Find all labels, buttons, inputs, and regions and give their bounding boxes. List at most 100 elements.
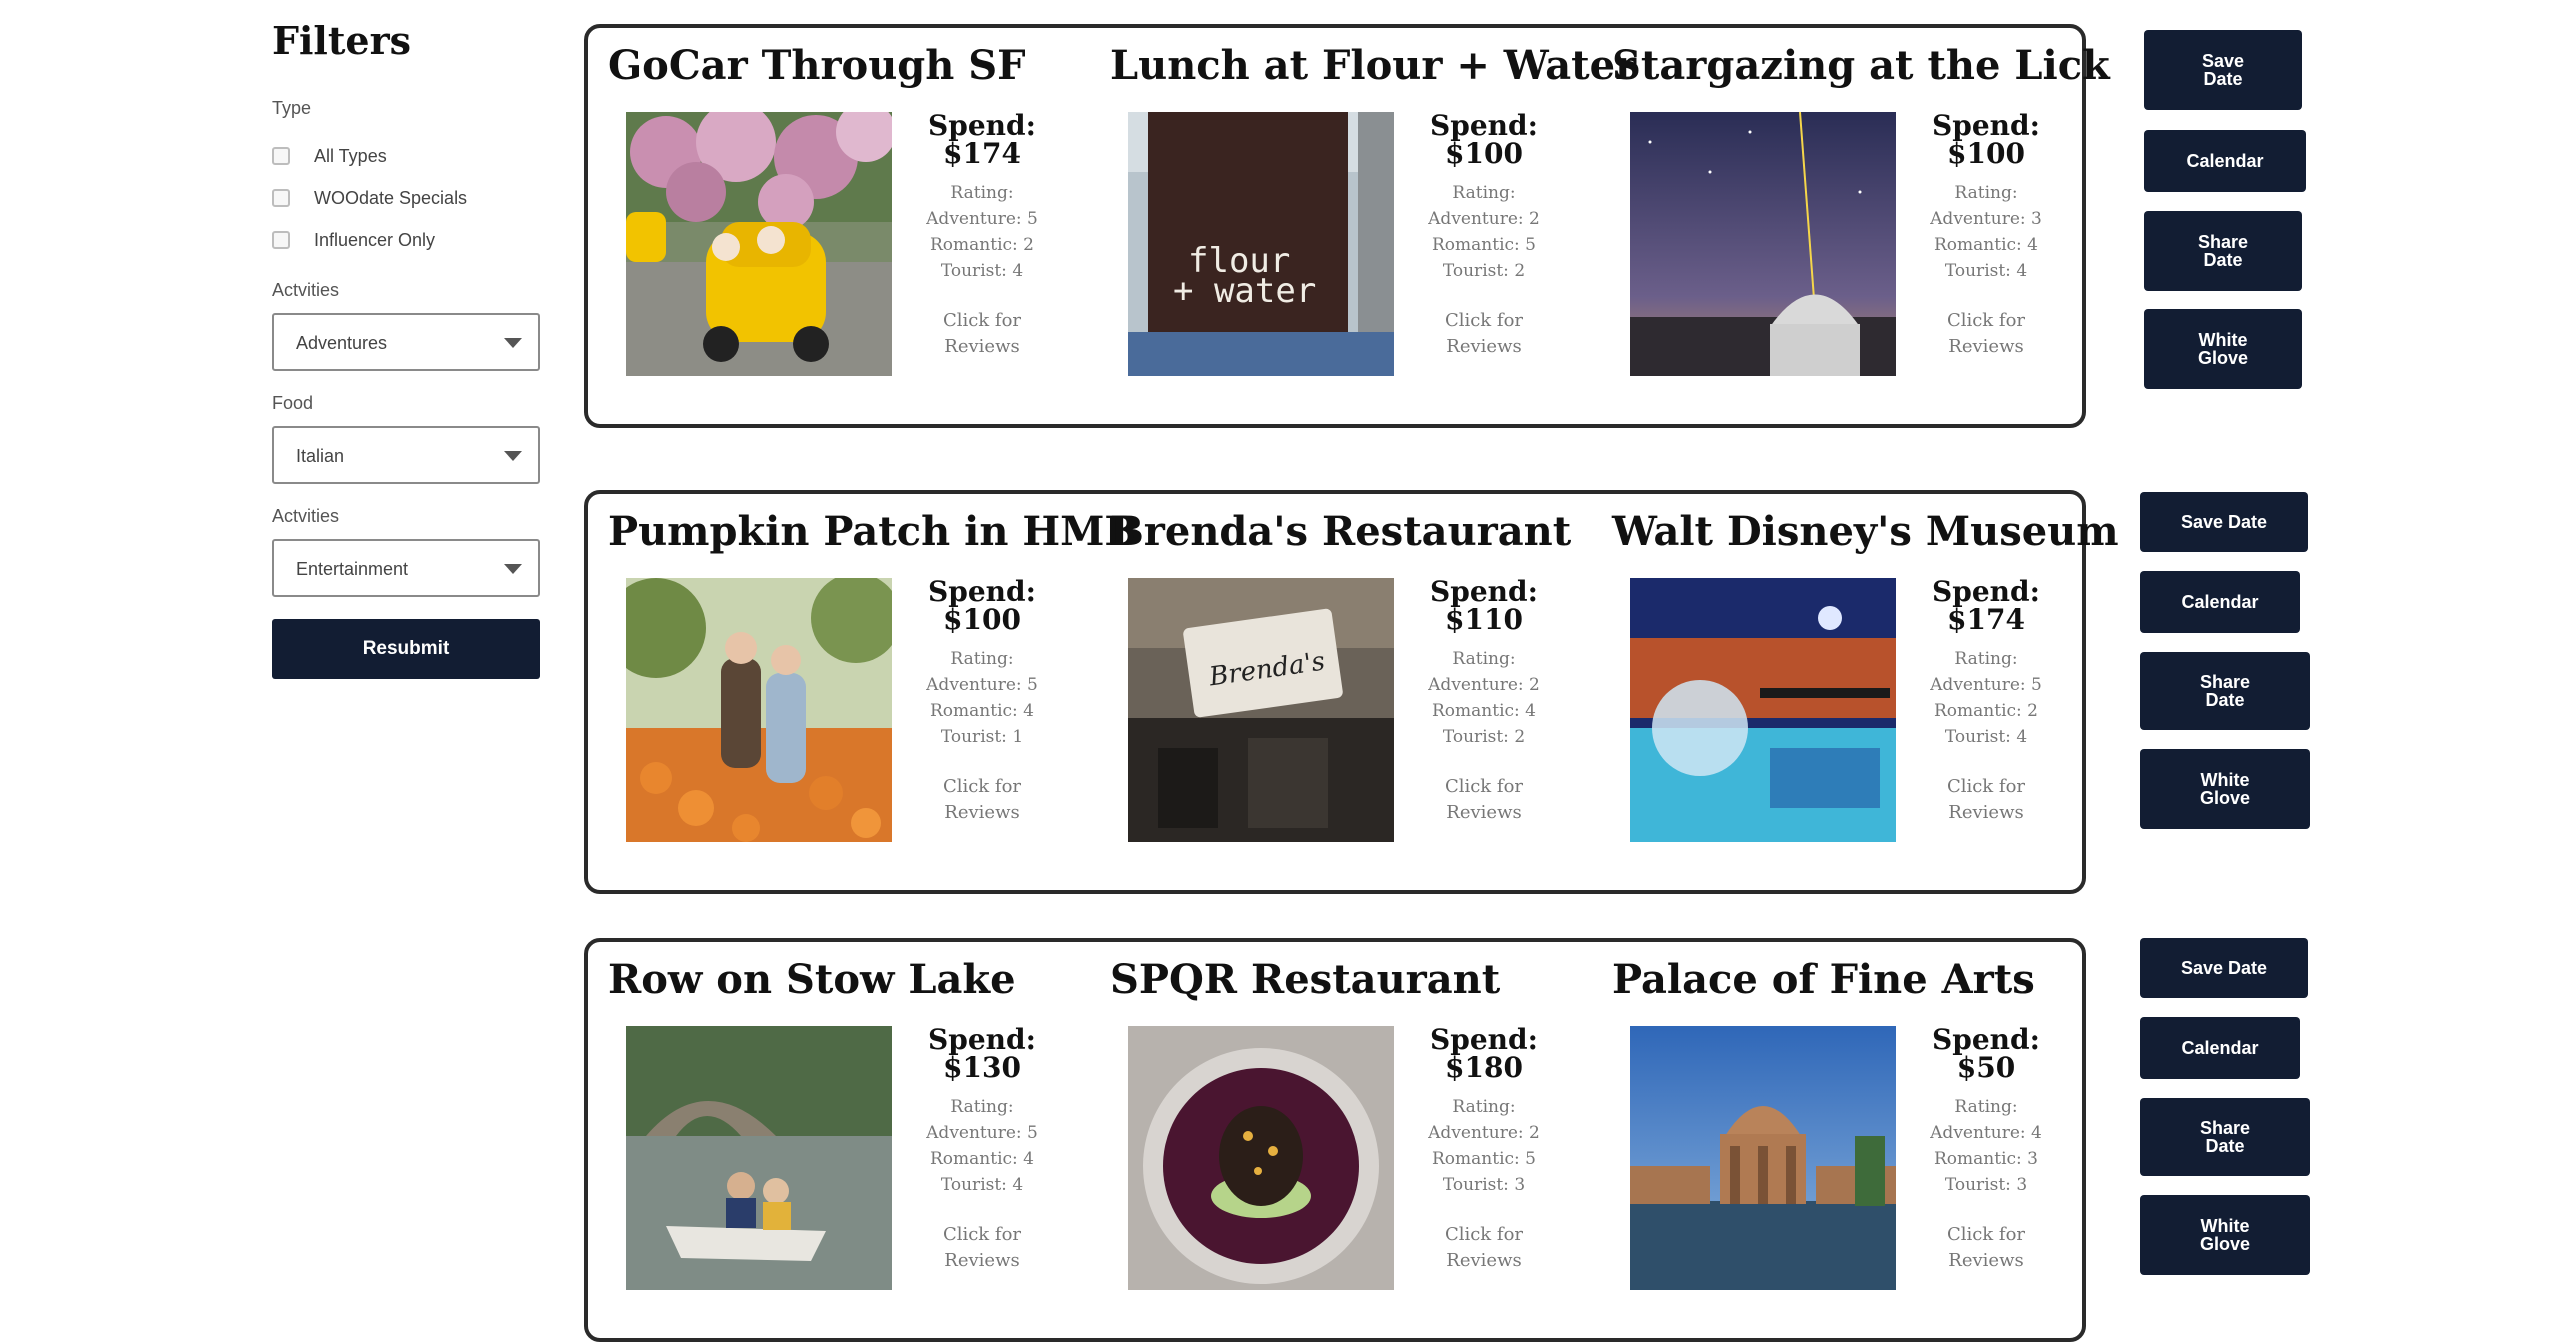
checkbox-label: WOOdate Specials	[314, 187, 468, 208]
white-glove-button[interactable]: White Glove	[2140, 1195, 2310, 1275]
palace-fine-arts-photo	[1630, 1026, 1896, 1290]
stow-lake-photo	[626, 1026, 892, 1290]
spend-value: $110	[1445, 603, 1523, 636]
observatory-photo	[1630, 112, 1896, 376]
rating-tourist: Tourist: 4	[940, 1175, 1024, 1195]
activities-label: Actvities	[272, 280, 340, 300]
rating-romantic: Romantic: 3	[1934, 1149, 2038, 1169]
rating-label: Rating:	[950, 183, 1014, 203]
pumpkin-patch-photo	[626, 578, 892, 842]
chevron-down-icon	[504, 564, 522, 574]
date-group: GoCar Through SF Spend: $174 Rating: Adv…	[584, 24, 2110, 428]
date-card[interactable]: Lunch at Flour + Water flour + water Spe…	[1090, 28, 1636, 418]
type-option-all-types[interactable]: All Types	[272, 144, 387, 168]
reviews-link[interactable]: Click for Reviews	[1414, 308, 1554, 360]
reviews-line: Click for	[1444, 776, 1524, 797]
button-label: Save Date	[2180, 512, 2268, 532]
rating-romantic: Romantic: 4	[1934, 235, 2038, 255]
spend-label: Spend:	[1430, 575, 1538, 608]
date-group: Row on Stow Lake Spend: $130 Rating: Adv…	[584, 938, 2086, 1342]
rating-tourist: Tourist: 4	[1944, 261, 2028, 281]
checkbox[interactable]	[272, 231, 290, 249]
spend-amount: Spend: $174	[912, 112, 1052, 168]
rating-details: Rating: Adventure: 3 Romantic: 4 Tourist…	[1916, 180, 2056, 284]
white-glove-button[interactable]: White Glove	[2140, 749, 2310, 829]
button-label: Calendar	[2181, 1038, 2259, 1058]
reviews-line: Reviews	[944, 336, 1020, 357]
card-title: Row on Stow Lake	[608, 956, 1016, 1003]
type-option-influencer-only[interactable]: Influencer Only	[272, 228, 435, 252]
rating-romantic: Romantic: 4	[930, 1149, 1034, 1169]
reviews-link[interactable]: Click for Reviews	[1916, 308, 2056, 360]
spend-amount: Spend: $110	[1414, 578, 1554, 634]
rating-adventure: Adventure: 4	[1930, 1123, 2042, 1143]
save-date-button[interactable]: Save Date	[2140, 938, 2308, 998]
date-card[interactable]: Brenda's Restaurant Brenda's Spend: $110…	[1090, 494, 1590, 884]
rating-adventure: Adventure: 5	[926, 209, 1038, 229]
reviews-line: Reviews	[1948, 336, 2024, 357]
activities-select-2[interactable]: Entertainment	[272, 539, 540, 597]
white-glove-button[interactable]: White Glove	[2144, 309, 2302, 389]
reviews-line: Click for	[942, 310, 1022, 331]
reviews-link[interactable]: Click for Reviews	[1414, 1222, 1554, 1274]
filters-title: Filters	[272, 18, 411, 63]
reviews-link[interactable]: Click for Reviews	[1916, 1222, 2056, 1274]
spend-value: $130	[943, 1051, 1021, 1084]
rating-tourist: Tourist: 4	[1944, 727, 2028, 747]
spend-label: Spend:	[1932, 575, 2040, 608]
reviews-line: Click for	[1444, 310, 1524, 331]
rating-label: Rating:	[1954, 183, 2018, 203]
spend-label: Spend:	[928, 109, 1036, 142]
activities-select[interactable]: Adventures	[272, 313, 540, 371]
type-option-woodate-specials[interactable]: WOOdate Specials	[272, 186, 467, 210]
date-card[interactable]: Stargazing at the Lick Spend: $100 Ratin…	[1592, 28, 2110, 418]
rating-tourist: Tourist: 2	[1442, 261, 1526, 281]
button-label: White Glove	[2197, 330, 2249, 368]
rating-label: Rating:	[1954, 1097, 2018, 1117]
reviews-link[interactable]: Click for Reviews	[1414, 774, 1554, 826]
checkbox[interactable]	[272, 147, 290, 165]
card-title: GoCar Through SF	[608, 42, 1026, 89]
save-date-button[interactable]: Save Date	[2140, 492, 2308, 552]
reviews-link[interactable]: Click for Reviews	[912, 308, 1052, 360]
reviews-link[interactable]: Click for Reviews	[912, 774, 1052, 826]
rating-details: Rating: Adventure: 2 Romantic: 5 Tourist…	[1414, 1094, 1554, 1198]
rating-label: Rating:	[950, 1097, 1014, 1117]
chevron-down-icon	[504, 451, 522, 461]
calendar-button[interactable]: Calendar	[2140, 1017, 2300, 1079]
rating-romantic: Romantic: 2	[930, 235, 1034, 255]
resubmit-button[interactable]: Resubmit	[272, 619, 540, 679]
rating-details: Rating: Adventure: 2 Romantic: 4 Tourist…	[1414, 646, 1554, 750]
reviews-link[interactable]: Click for Reviews	[1916, 774, 2056, 826]
date-group: Pumpkin Patch in HMB Spend: $100 Rating:…	[584, 490, 2119, 894]
date-card[interactable]: SPQR Restaurant Spend: $180 Rating: Adve…	[1090, 942, 1590, 1332]
reviews-line: Reviews	[1948, 802, 2024, 823]
date-card[interactable]: GoCar Through SF Spend: $174 Rating: Adv…	[588, 28, 1088, 418]
disney-museum-photo	[1630, 578, 1896, 842]
activities-select-value: Adventures	[296, 333, 388, 353]
checkbox[interactable]	[272, 189, 290, 207]
date-card[interactable]: Pumpkin Patch in HMB Spend: $100 Rating:…	[588, 494, 1138, 884]
reviews-line: Click for	[1946, 1224, 2026, 1245]
reviews-link[interactable]: Click for Reviews	[912, 1222, 1052, 1274]
calendar-button[interactable]: Calendar	[2144, 130, 2306, 192]
spend-amount: Spend: $100	[1916, 112, 2056, 168]
rating-details: Rating: Adventure: 4 Romantic: 3 Tourist…	[1916, 1094, 2056, 1198]
reviews-line: Reviews	[944, 802, 1020, 823]
date-card[interactable]: Row on Stow Lake Spend: $130 Rating: Adv…	[588, 942, 1088, 1332]
share-date-button[interactable]: Share Date	[2144, 211, 2302, 291]
share-date-button[interactable]: Share Date	[2140, 652, 2310, 730]
rating-romantic: Romantic: 2	[1934, 701, 2038, 721]
save-date-button[interactable]: Save Date	[2144, 30, 2302, 110]
share-date-button[interactable]: Share Date	[2140, 1098, 2310, 1176]
rating-adventure: Adventure: 5	[926, 675, 1038, 695]
activities-select-value: Entertainment	[296, 559, 409, 579]
date-card[interactable]: Walt Disney's Museum Spend: $174 Rating:…	[1592, 494, 2119, 884]
calendar-button[interactable]: Calendar	[2140, 571, 2300, 633]
food-select[interactable]: Italian	[272, 426, 540, 484]
date-card[interactable]: Palace of Fine Arts Spend: $50 Rating: A…	[1592, 942, 2092, 1332]
button-label: Share Date	[2197, 232, 2249, 270]
reviews-line: Click for	[942, 776, 1022, 797]
rating-tourist: Tourist: 1	[940, 727, 1024, 747]
rating-adventure: Adventure: 2	[1428, 1123, 1540, 1143]
